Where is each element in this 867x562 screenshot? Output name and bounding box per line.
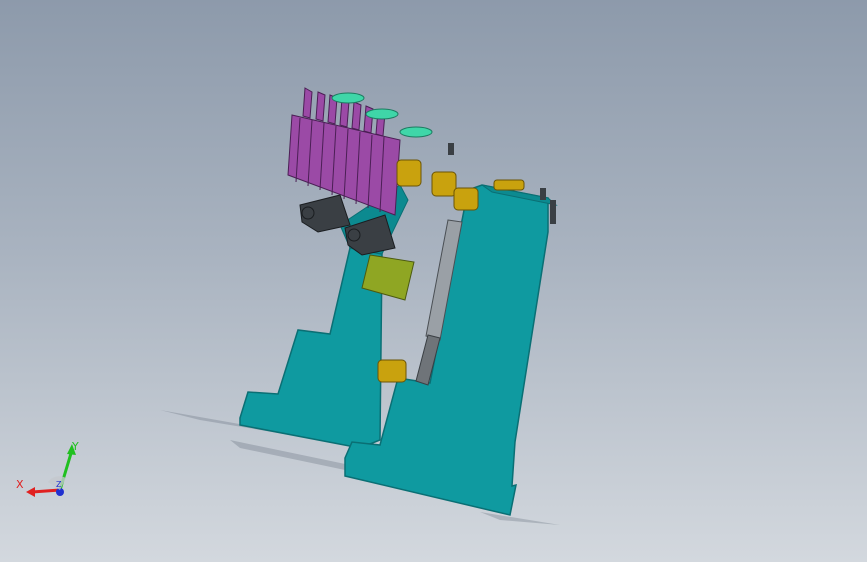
cad-viewport[interactable] [0, 0, 867, 562]
axis-z-label: Z [56, 480, 62, 489]
axis-y-label: Y [72, 440, 79, 453]
axis-x-label: X [16, 478, 24, 491]
coordinate-triad: Y X Z [10, 440, 90, 510]
finger-comb[interactable] [287, 87, 401, 216]
